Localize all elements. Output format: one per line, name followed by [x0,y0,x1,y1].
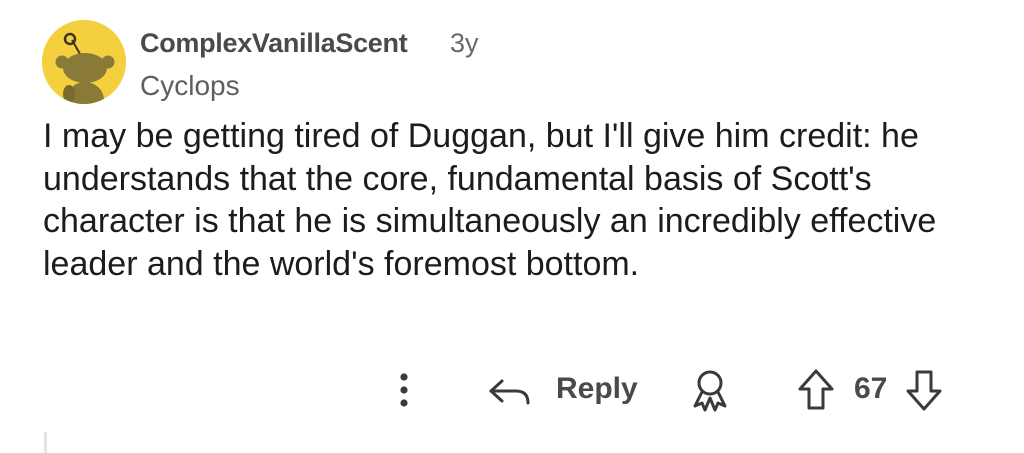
upvote-arrow-icon [798,369,834,410]
thread-line[interactable] [44,432,47,453]
vote-count: 67 [854,372,888,405]
snoo-avatar-icon [42,20,126,104]
more-vertical-icon [400,373,408,407]
more-options-button[interactable] [390,368,418,412]
reply-label: Reply [556,372,638,405]
comment-body: I may be getting tired of Duggan, but I'… [43,117,937,283]
user-avatar[interactable] [42,20,126,104]
upvote-button[interactable] [794,366,838,414]
award-icon [693,370,727,412]
reply-arrow-icon [489,379,530,405]
username[interactable]: ComplexVanillaScent [140,28,408,59]
comment-actions: Reply 67 [0,362,1024,418]
comment: ComplexVanillaScent 3y Cyclops I may be … [0,0,1024,453]
comment-age: 3y [450,28,479,58]
award-button[interactable] [688,366,732,414]
user-flair: Cyclops [140,70,240,101]
downvote-arrow-icon [906,370,942,411]
downvote-button[interactable] [902,366,946,414]
